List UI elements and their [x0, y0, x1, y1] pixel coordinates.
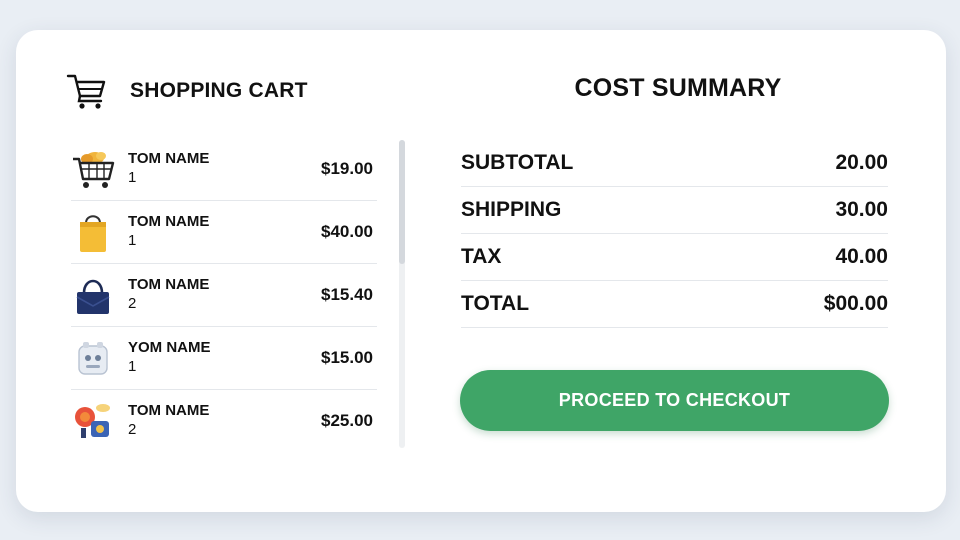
shopping-cart-food-icon	[71, 147, 115, 191]
proceed-to-checkout-button[interactable]: PROCEED TO CHECKOUT	[460, 370, 889, 431]
summary-label: SHIPPING	[461, 198, 562, 221]
item-price: $19.00	[321, 159, 373, 178]
summary-value: 20.00	[835, 151, 888, 174]
item-price: $15.40	[321, 285, 373, 304]
blue-handbag-icon	[71, 273, 115, 317]
item-price: $15.00	[321, 348, 373, 367]
summary-label: TOTAL	[461, 292, 530, 315]
summary-row-total: TOTAL $00.00	[461, 281, 888, 328]
summary-row-subtotal: SUBTOTAL 20.00	[461, 140, 888, 187]
cart-scrollbar[interactable]	[399, 140, 405, 448]
cart-item[interactable]: TOM NAME 1 $19.00	[71, 138, 377, 201]
cart-title: SHOPPING CART	[130, 79, 308, 102]
summary-label: SUBTOTAL	[461, 151, 574, 174]
toy-set-icon	[71, 399, 115, 443]
item-price: $25.00	[321, 411, 373, 430]
cart-item[interactable]: TOM NAME 1 $40.00	[71, 201, 377, 264]
item-price: $40.00	[321, 222, 373, 241]
cost-summary: SUBTOTAL 20.00 SHIPPING 30.00 TAX 40.00 …	[461, 140, 888, 328]
cart-item-list[interactable]: TOM NAME 1 $19.00 TOM NAME 1 $40.00 TOM …	[71, 138, 377, 446]
cart-scrollbar-thumb[interactable]	[399, 140, 405, 264]
yellow-bag-icon	[71, 210, 115, 254]
summary-row-tax: TAX 40.00	[461, 234, 888, 281]
summary-value: 30.00	[835, 198, 888, 221]
cart-item[interactable]: TOM NAME 2 $15.40	[71, 264, 377, 327]
cart-item[interactable]: YOM NAME 1 $15.00	[71, 327, 377, 390]
cart-item[interactable]: TOM NAME 2 $25.00	[71, 390, 377, 446]
shopping-cart-card: SHOPPING CART TOM NAME 1 $19.00 TOM NAME…	[16, 30, 946, 512]
robot-box-icon	[71, 336, 115, 380]
cart-header: SHOPPING CART	[66, 72, 308, 110]
summary-value: 40.00	[835, 245, 888, 268]
summary-title: COST SUMMARY	[574, 74, 782, 102]
cart-icon	[66, 74, 106, 109]
summary-label: TAX	[461, 245, 502, 268]
summary-value: $00.00	[823, 292, 888, 315]
summary-row-shipping: SHIPPING 30.00	[461, 187, 888, 234]
